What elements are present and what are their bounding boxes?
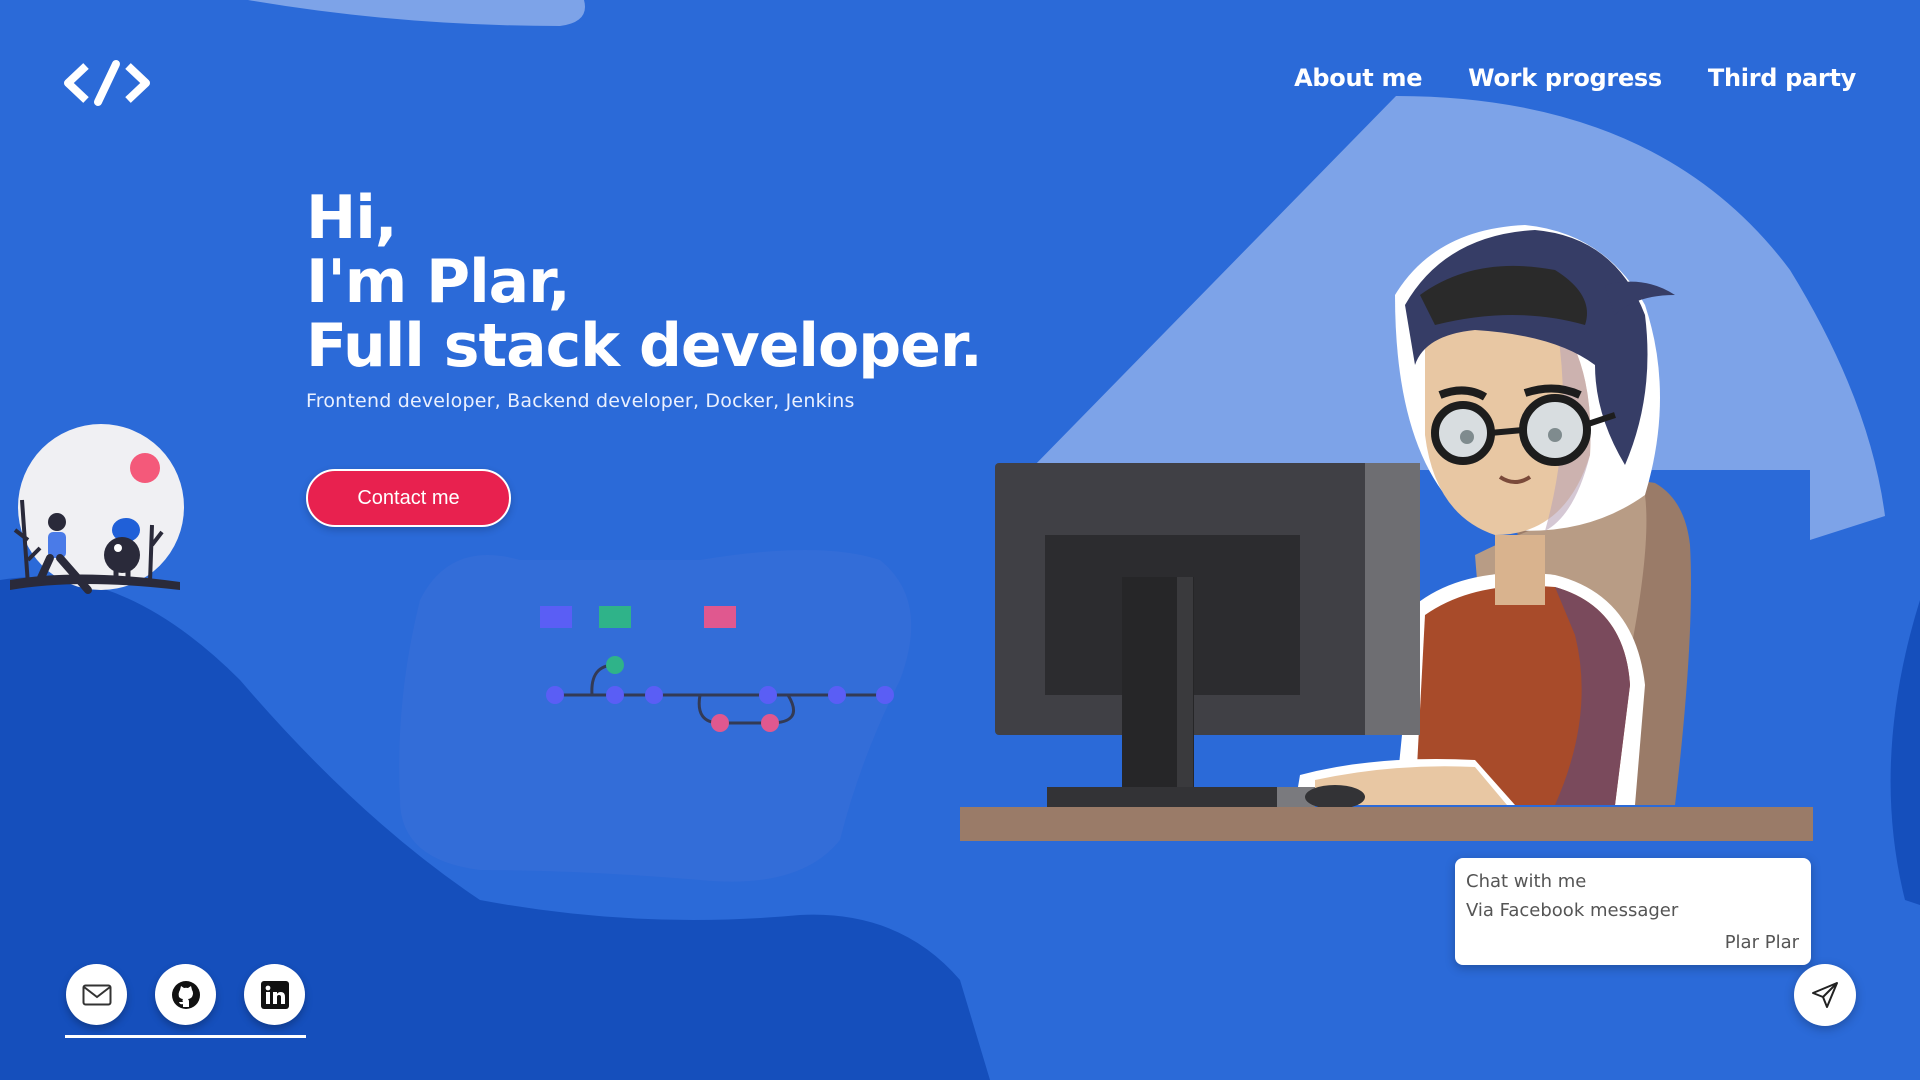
hero-line-2: I'm Plar, [306,247,571,317]
mail-icon [82,984,111,1005]
nav-work-progress[interactable]: Work progress [1468,64,1662,92]
code-brackets-icon [64,60,150,106]
hero-line-1: Hi, [306,183,398,253]
email-button[interactable] [66,964,127,1025]
send-icon [1812,982,1838,1008]
linkedin-button[interactable] [244,964,305,1025]
git-graph-illustration [540,606,894,732]
developer-illustration [960,225,1813,841]
moon-illustration [10,424,184,594]
chat-widget[interactable]: Chat with me Via Facebook messager Plar … [1455,858,1811,965]
hero-line-3: Full stack developer. [306,311,983,381]
nav-third-party[interactable]: Third party [1708,64,1856,92]
hero: Hi, I'm Plar, Full stack developer. Fron… [306,183,983,412]
social-links [66,964,305,1025]
hero-subtitle: Frontend developer, Backend developer, D… [306,390,855,412]
chat-signature: Plar Plar [1724,932,1799,953]
hero-heading: Hi, I'm Plar, Full stack developer. [306,183,983,381]
chat-line-1: Chat with me [1466,871,1587,892]
chat-line-2: Via Facebook messager [1466,900,1679,921]
logo[interactable] [64,58,150,108]
nav-about-me[interactable]: About me [1294,64,1422,92]
social-underline [65,1035,306,1038]
github-button[interactable] [155,964,216,1025]
main-nav: About me Work progress Third party [1294,64,1856,92]
github-icon [171,980,200,1009]
contact-me-button[interactable]: Contact me [306,469,511,527]
send-button[interactable] [1794,964,1856,1026]
linkedin-icon [260,980,289,1009]
